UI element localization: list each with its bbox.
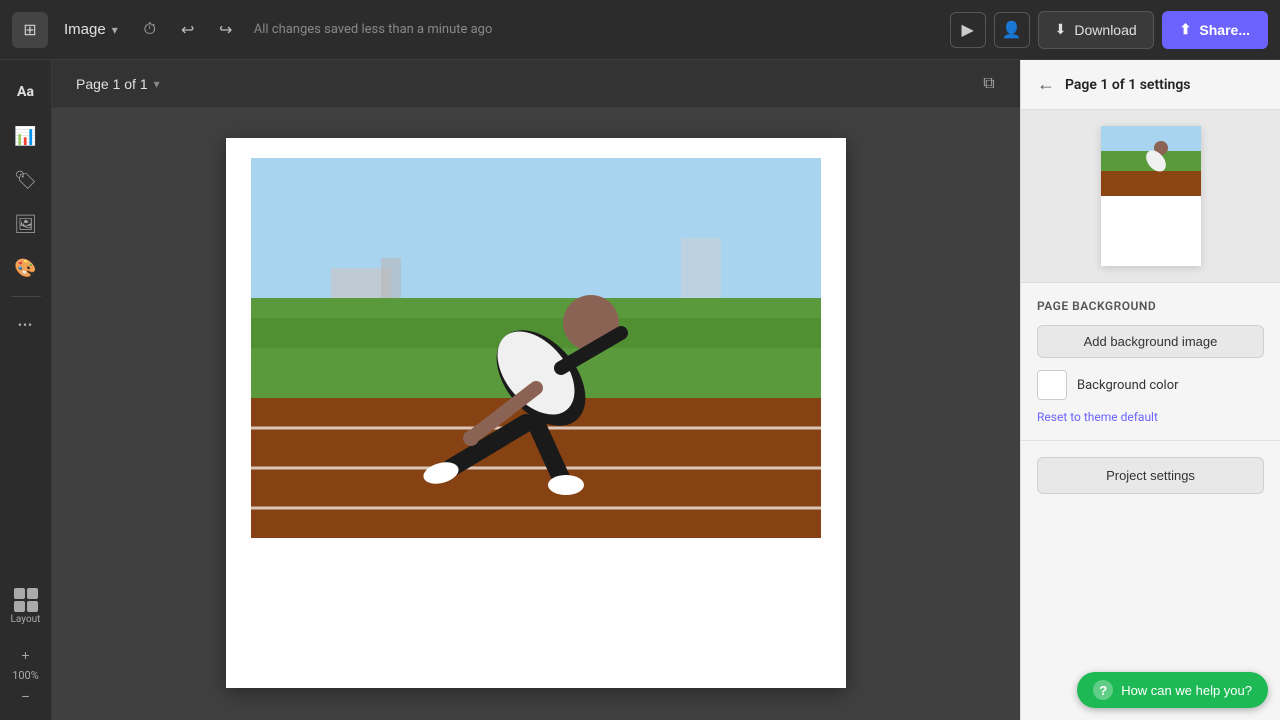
layout-icon <box>14 588 38 612</box>
add-background-image-button[interactable]: Add background image <box>1037 325 1264 358</box>
present-button[interactable]: ▶ <box>950 12 986 48</box>
main-content: Aa 📊 🏷 🖼 🎨 ••• Layout + <box>0 60 1280 720</box>
brand-icon: 🎨 <box>14 258 36 279</box>
background-color-swatch[interactable] <box>1037 370 1067 400</box>
back-button[interactable]: ← <box>1037 74 1055 95</box>
grid-icon: ⊞ <box>23 20 36 39</box>
redo-button[interactable]: ↪ <box>210 14 242 46</box>
undo-button[interactable]: ↩ <box>172 14 204 46</box>
back-icon: ← <box>1037 74 1055 95</box>
collaborate-icon: 👤 <box>1002 20 1022 40</box>
text-icon: Aa <box>17 84 34 100</box>
help-label: How can we help you? <box>1121 683 1252 698</box>
zoom-value: 100% <box>12 669 39 682</box>
download-icon: ⬇ <box>1055 21 1067 38</box>
undo-icon: ↩ <box>181 20 194 40</box>
photos-icon: 🖼 <box>14 214 37 235</box>
present-icon: ▶ <box>962 20 974 40</box>
page-preview-thumbnail[interactable] <box>1101 126 1201 266</box>
page-selector[interactable]: Page 1 of 1 ▾ <box>68 72 168 96</box>
sidebar-divider <box>11 296 41 297</box>
top-bar-actions: ⏱ ↩ ↪ <box>134 14 242 46</box>
canvas-area: Page 1 of 1 ▾ ⧉ <box>52 60 1020 720</box>
help-button[interactable]: ? How can we help you? <box>1077 672 1268 708</box>
history-button[interactable]: ⏱ <box>134 14 166 46</box>
canvas-image <box>251 158 821 538</box>
page-background-section: Page background Add background image Bac… <box>1021 283 1280 441</box>
sidebar-item-elements[interactable]: 🏷 <box>6 160 46 200</box>
zoom-in-icon: + <box>21 647 29 663</box>
sidebar-item-text[interactable]: Aa <box>6 72 46 112</box>
background-color-label: Background color <box>1077 378 1179 393</box>
share-icon: ⬆ <box>1180 21 1192 38</box>
elements-icon: 🏷 <box>14 170 37 191</box>
history-icon: ⏱ <box>143 21 155 39</box>
left-sidebar: Aa 📊 🏷 🖼 🎨 ••• Layout + <box>0 60 52 720</box>
top-bar-right: ▶ 👤 ⬇ Download ⬆ Share... <box>950 11 1268 49</box>
help-icon: ? <box>1093 680 1113 700</box>
project-settings-label: Project settings <box>1106 468 1195 483</box>
preview-white-area <box>1101 196 1201 266</box>
share-label: Share... <box>1199 22 1250 38</box>
chevron-down-icon: ▾ <box>112 23 118 37</box>
charts-icon: 📊 <box>14 126 36 147</box>
zoom-in-button[interactable]: + <box>10 643 42 667</box>
bg-color-row: Background color <box>1037 370 1264 400</box>
canvas-toolbar: Page 1 of 1 ▾ ⧉ <box>52 60 1020 108</box>
page-selector-label: Page 1 of 1 <box>76 76 148 92</box>
page-background-label: Page background <box>1037 299 1264 313</box>
right-sidebar-header: ← Page 1 of 1 settings <box>1021 60 1280 110</box>
reset-theme-link[interactable]: Reset to theme default <box>1037 410 1264 424</box>
layout-label: Layout <box>11 614 41 625</box>
download-label: Download <box>1074 22 1136 38</box>
top-bar: ⊞ Image ▾ ⏱ ↩ ↪ All changes saved less t… <box>0 0 1280 60</box>
sidebar-item-more[interactable]: ••• <box>6 305 46 345</box>
download-button[interactable]: ⬇ Download <box>1038 11 1154 49</box>
layout-button[interactable]: Layout <box>5 582 47 631</box>
sidebar-bottom: Layout + 100% − <box>5 582 47 708</box>
document-name-label: Image <box>64 21 106 38</box>
sidebar-item-photos[interactable]: 🖼 <box>6 204 46 244</box>
app-menu-button[interactable]: ⊞ <box>12 12 48 48</box>
zoom-out-icon: − <box>21 688 29 704</box>
canvas-scroll[interactable] <box>52 108 1020 720</box>
more-icon: ••• <box>18 318 33 332</box>
redo-icon: ↪ <box>219 20 232 40</box>
document-name-button[interactable]: Image ▾ <box>56 15 126 44</box>
zoom-controls: + 100% − <box>10 643 42 708</box>
duplicate-page-button[interactable]: ⧉ <box>974 69 1004 99</box>
project-settings-button[interactable]: Project settings <box>1037 457 1264 494</box>
collaborate-button[interactable]: 👤 <box>994 12 1030 48</box>
right-sidebar-title: Page 1 of 1 settings <box>1065 77 1191 93</box>
duplicate-icon: ⧉ <box>983 75 994 93</box>
page-canvas <box>226 138 846 688</box>
sidebar-item-charts[interactable]: 📊 <box>6 116 46 156</box>
page-preview-container <box>1021 110 1280 283</box>
add-bg-label: Add background image <box>1084 334 1218 349</box>
sidebar-item-brand[interactable]: 🎨 <box>6 248 46 288</box>
preview-image-area <box>1101 126 1201 196</box>
save-status: All changes saved less than a minute ago <box>254 22 942 37</box>
share-button[interactable]: ⬆ Share... <box>1162 11 1268 49</box>
page-selector-chevron: ▾ <box>154 77 160 91</box>
zoom-out-button[interactable]: − <box>10 684 42 708</box>
right-sidebar: ← Page 1 of 1 settings <box>1020 60 1280 720</box>
